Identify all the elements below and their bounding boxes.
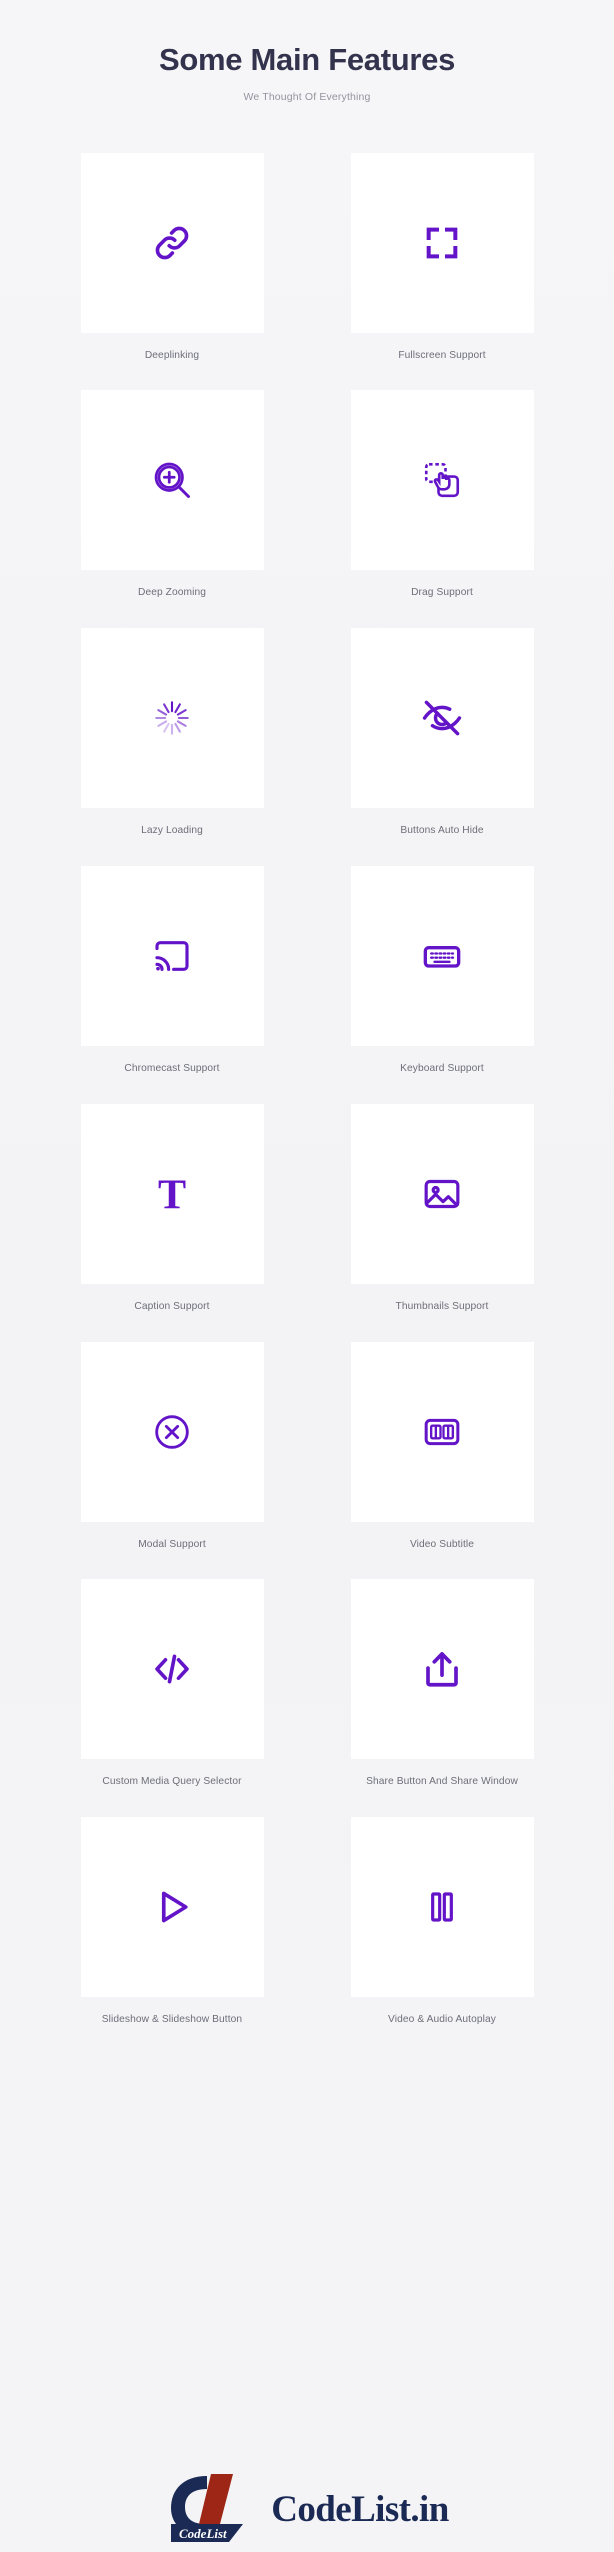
fullscreen-icon <box>422 223 462 263</box>
feature-card[interactable] <box>350 628 534 809</box>
feature-label: Video Subtitle <box>409 1538 475 1550</box>
features-grid: Deeplinking Fullscreen Support Deep Zoom… <box>0 152 614 2055</box>
feature-item: Modal Support <box>80 1341 264 1553</box>
keyboard-icon <box>422 936 462 976</box>
feature-item: Video & Audio Autoplay <box>350 1817 534 2028</box>
play-icon <box>150 1885 194 1929</box>
link-icon <box>150 221 194 265</box>
eye-off-icon <box>420 696 464 740</box>
feature-card[interactable] <box>80 1341 264 1522</box>
feature-label: Slideshow & Slideshow Button <box>101 2014 243 2026</box>
feature-item: Fullscreen Support <box>350 152 534 364</box>
page-header: Some Main Features We Thought Of Everyth… <box>0 0 614 103</box>
spinner-icon <box>151 697 193 739</box>
share-icon <box>421 1648 463 1690</box>
feature-label: Share Button And Share Window <box>366 1776 518 1788</box>
feature-label: Chromecast Support <box>124 1062 220 1074</box>
footer-logo: CodeList CodeList.in <box>0 2470 614 2542</box>
feature-card[interactable] <box>80 1579 264 1760</box>
features-page: Some Main Features We Thought Of Everyth… <box>0 0 614 2552</box>
feature-item: Lazy Loading <box>80 628 264 839</box>
feature-card[interactable] <box>80 390 264 571</box>
feature-item: Chromecast Support <box>80 865 264 1077</box>
feature-card[interactable] <box>350 1817 534 1998</box>
page-title: Some Main Features <box>158 42 456 77</box>
feature-label: Deeplinking <box>144 349 200 361</box>
feature-label: Custom Media Query Selector <box>102 1776 242 1788</box>
feature-item: Share Button And Share Window <box>350 1579 534 1790</box>
feature-card[interactable] <box>350 865 534 1046</box>
feature-item: Video Subtitle <box>350 1341 534 1553</box>
feature-label: Caption Support <box>134 1300 210 1312</box>
drag-hand-icon <box>421 459 463 501</box>
feature-label: Lazy Loading <box>141 825 203 837</box>
codelist-logo-icon: CodeList <box>165 2470 273 2542</box>
feature-item: Deep Zooming <box>80 390 264 601</box>
feature-card[interactable] <box>350 1579 534 1760</box>
image-thumbnail-icon <box>422 1174 462 1214</box>
feature-item: T Caption Support <box>80 1103 264 1315</box>
feature-card[interactable] <box>350 152 534 333</box>
feature-item: Keyboard Support <box>350 865 534 1077</box>
feature-label: Modal Support <box>138 1538 206 1550</box>
codelist-logo-text: CodeList.in <box>271 2488 449 2530</box>
feature-card[interactable] <box>350 1103 534 1284</box>
feature-item: Buttons Auto Hide <box>350 628 534 839</box>
feature-item: Custom Media Query Selector <box>80 1579 264 1790</box>
pause-icon <box>422 1887 462 1927</box>
feature-label: Thumbnails Support <box>395 1300 489 1312</box>
feature-label: Video & Audio Autoplay <box>388 2014 496 2026</box>
feature-card[interactable]: T <box>80 1103 264 1284</box>
feature-label: Fullscreen Support <box>398 349 486 361</box>
close-circle-icon <box>152 1412 192 1452</box>
text-caption-icon: T <box>150 1172 194 1216</box>
svg-text:CodeList: CodeList <box>179 2526 227 2541</box>
feature-label: Keyboard Support <box>400 1062 484 1074</box>
feature-label: Buttons Auto Hide <box>400 825 484 837</box>
code-brackets-icon <box>149 1646 195 1692</box>
feature-item: Deeplinking <box>80 152 264 364</box>
zoom-in-icon <box>150 458 194 502</box>
feature-card[interactable] <box>350 390 534 571</box>
feature-card[interactable] <box>350 1341 534 1522</box>
feature-card[interactable] <box>80 865 264 1046</box>
cast-icon <box>152 936 192 976</box>
closed-caption-icon <box>422 1412 462 1452</box>
page-subtitle: We Thought Of Everything <box>243 90 371 103</box>
feature-card[interactable] <box>80 628 264 809</box>
feature-label: Drag Support <box>411 587 473 599</box>
feature-card[interactable] <box>80 152 264 333</box>
feature-card[interactable] <box>80 1817 264 1998</box>
feature-item: Slideshow & Slideshow Button <box>80 1817 264 2028</box>
feature-item: Drag Support <box>350 390 534 601</box>
svg-text:T: T <box>158 1172 186 1216</box>
feature-item: Thumbnails Support <box>350 1103 534 1315</box>
feature-label: Deep Zooming <box>137 587 207 599</box>
